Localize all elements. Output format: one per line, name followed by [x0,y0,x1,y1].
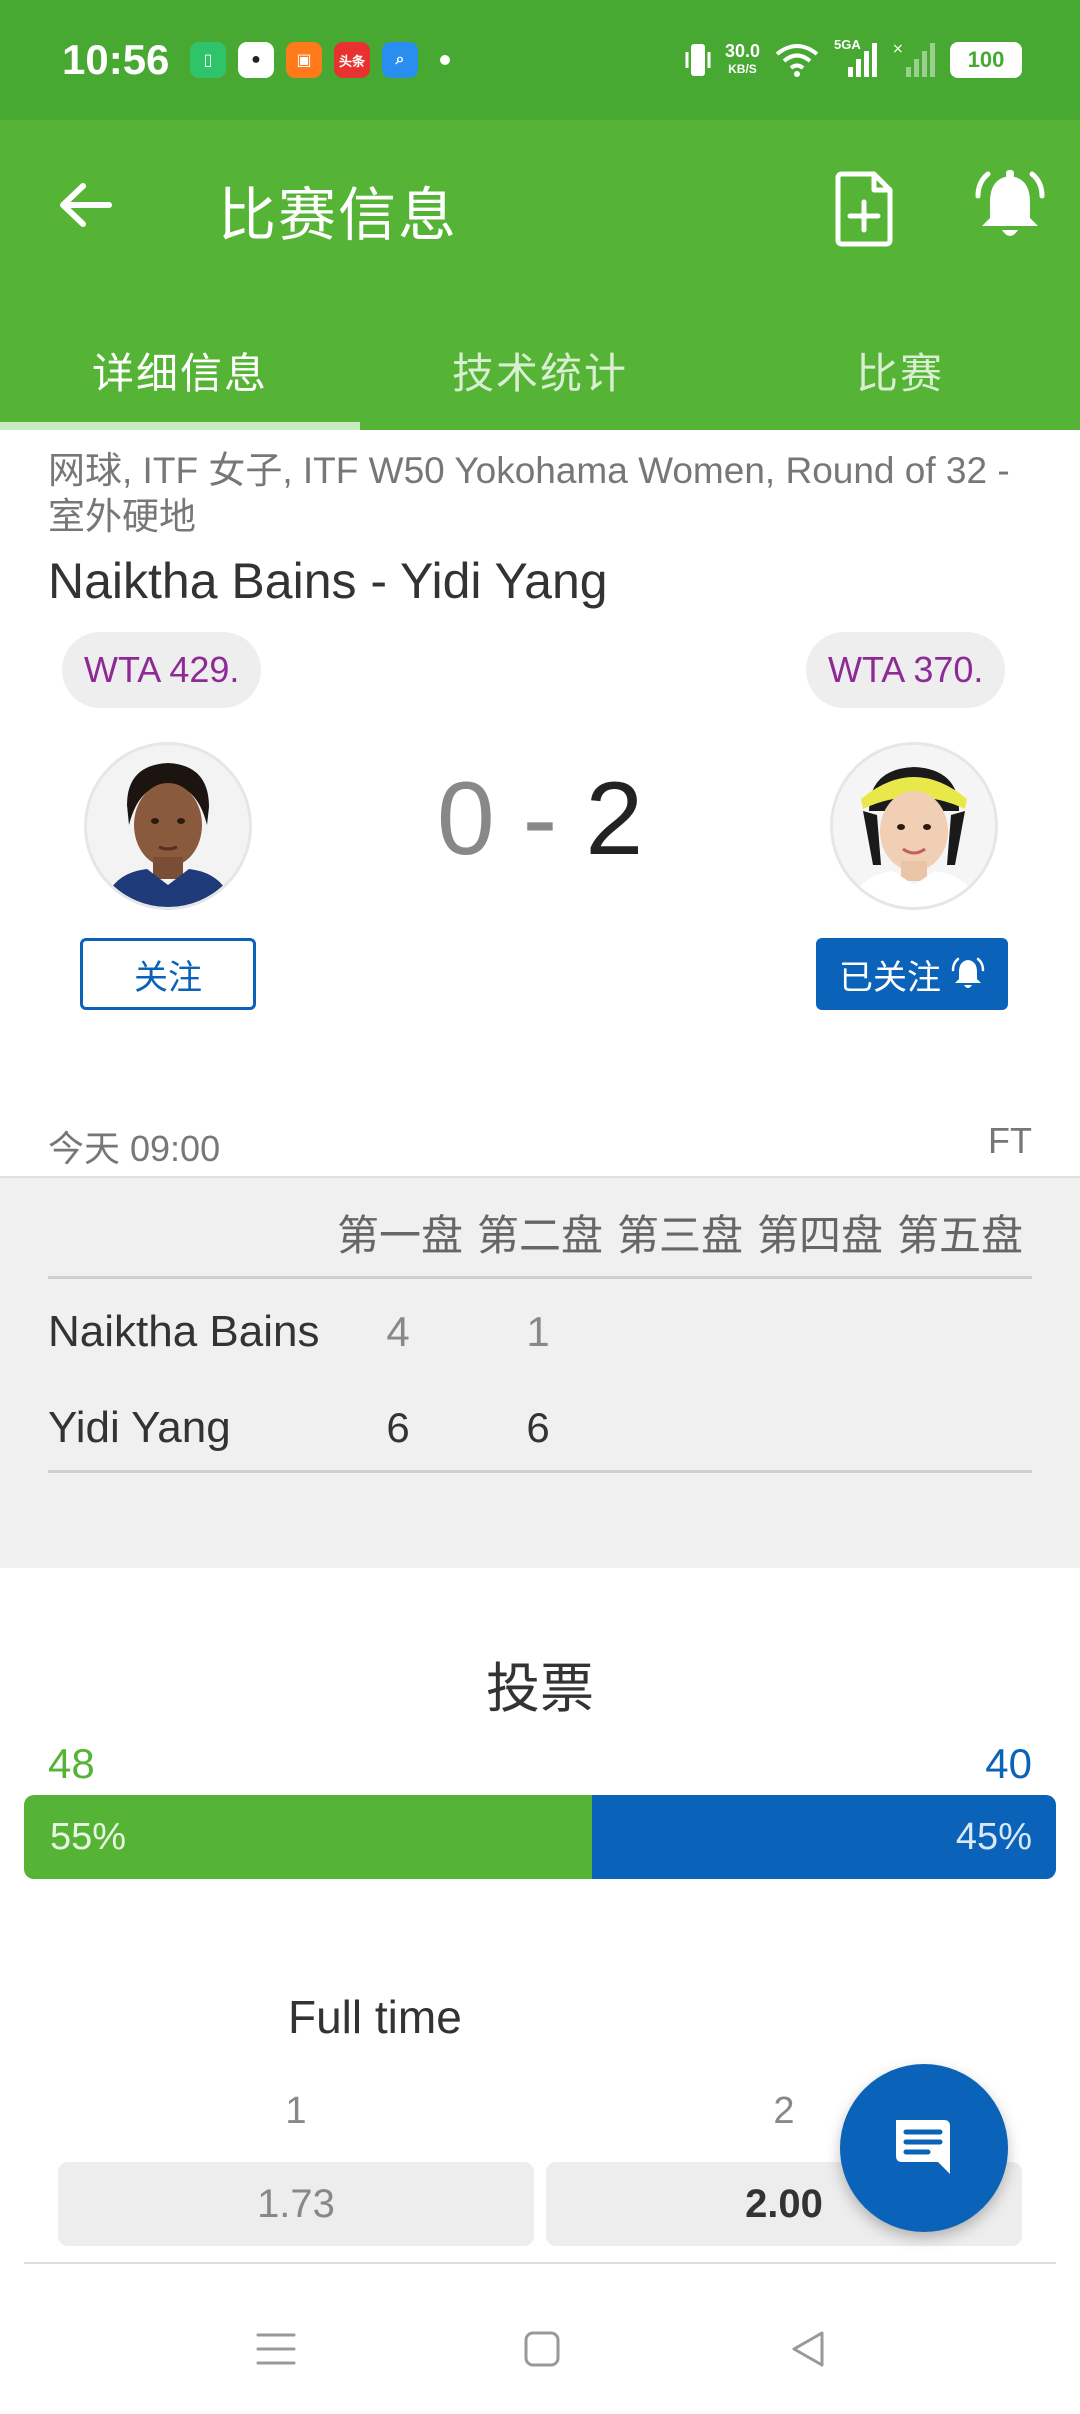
league-info: 网球, ITF 女子, ITF W50 Yokohama Women, Roun… [48,450,1010,537]
back-nav-button[interactable] [768,2314,848,2384]
app-bar: 比赛信息 详细信息 技术统计 比赛 [0,120,1080,430]
chat-icon [896,2120,950,2174]
signal-5g-icon: 5GA [834,37,878,79]
search-app-icon: ⌕ [382,42,418,78]
match-score: 0-2 [0,760,1080,879]
odds-label-away: 2 [773,2090,795,2132]
notification-icons: ▯ ● ▣ 头条 ⌕ [190,42,450,78]
vote-bar: 55% 45% [24,1795,1056,1879]
more-notifications-dot [440,55,450,65]
home-score: 0 [436,761,495,877]
battery-indicator: 100 [950,42,1022,78]
bell-ringing-icon [975,170,1045,236]
set-score: 1 [526,1308,550,1355]
signal-sim2-icon: × [892,41,935,77]
away-vote-count: 40 [985,1740,1032,1787]
odds-home-value: 1.73 [257,2181,335,2226]
following-away-label: 已关注 [839,958,941,997]
chat-fab-button[interactable] [840,2064,1008,2232]
odds-home-button[interactable]: 1.73 [58,2162,534,2246]
set-score: 4 [386,1308,410,1355]
home-button[interactable] [502,2314,582,2384]
recent-apps-button[interactable] [236,2314,316,2384]
system-nav-bar [0,2284,1080,2414]
tab-stats[interactable]: 技术统计 [360,310,720,430]
status-right: 30.0 KB/S 5GA × 100 [685,37,1022,80]
status-bar: 10:56 ▯ ● ▣ 头条 ⌕ 30.0 KB/S 5GA × 100 [0,0,1080,120]
net-speed: 30.0 KB/S [725,42,760,78]
svg-text:×: × [892,41,904,57]
back-button[interactable] [50,170,120,240]
score-separator: - [522,761,558,877]
divider [24,2262,1056,2264]
wifi-icon [775,44,819,77]
table-row: Yidi Yang 6 6 [48,1398,550,1458]
home-vote-count: 48 [48,1740,95,1787]
home-vote-segment[interactable]: 55% [24,1795,592,1879]
net-speed-value: 30.0 [724,41,760,61]
set-scores-table: 第一盘 第二盘 第三盘 第四盘 第五盘 Naiktha Bains 4 1 Yi… [0,1176,1080,1568]
bell-ringing-icon [951,957,985,988]
set-header: 第一盘 [336,1212,463,1259]
tab-matches[interactable]: 比赛 [720,310,1080,430]
net-speed-unit: KB/S [728,62,757,76]
divider [48,1470,1032,1473]
vibrate-icon [685,44,711,76]
qq-app-icon: ● [238,42,274,78]
vote-title: 投票 [486,1659,594,1719]
arrow-left-icon [60,183,112,227]
follow-home-label: 关注 [134,958,202,997]
set-header: 第五盘 [896,1212,1023,1259]
notifications-button[interactable] [972,166,1048,246]
orange-app-icon: ▣ [286,42,322,78]
set-header-row: 第一盘 第二盘 第三盘 第四盘 第五盘 [330,1202,1030,1263]
status-time: 10:56 [62,36,170,83]
match-title: Naiktha Bains - Yidi Yang [48,553,608,609]
home-rank-badge[interactable]: WTA 429. [62,632,262,708]
away-score: 2 [585,761,644,877]
odds-label-home: 1 [285,2090,307,2132]
follow-home-button[interactable]: 关注 [80,938,256,1010]
home-vote-percent: 55% [50,1815,127,1858]
odds-away-value: 2.00 [745,2181,823,2226]
set-score: 6 [526,1404,550,1451]
away-rank-badge[interactable]: WTA 370. [806,632,1006,708]
player-name: Naiktha Bains [48,1307,320,1356]
match-status: FT [988,1120,1032,1161]
divider [48,1276,1032,1279]
odds-title: Full time [288,1991,462,2043]
menu-icon [256,2333,296,2365]
set-header: 第二盘 [476,1212,603,1259]
set-header: 第四盘 [756,1212,883,1259]
away-vote-percent: 45% [955,1815,1032,1858]
tab-bar: 详细信息 技术统计 比赛 [0,310,1080,430]
player-name: Yidi Yang [48,1403,231,1452]
document-add-icon [835,171,893,247]
toutiao-app-icon: 头条 [334,42,370,78]
battery-saver-app-icon: ▯ [190,42,226,78]
tab-details[interactable]: 详细信息 [0,310,360,430]
away-vote-segment[interactable]: 45% [591,1795,1056,1879]
triangle-back-icon [792,2331,824,2367]
set-header: 第三盘 [616,1212,743,1259]
page-title: 比赛信息 [218,183,459,248]
set-score: 6 [386,1404,410,1451]
table-row: Naiktha Bains 4 1 [48,1302,550,1362]
square-home-icon [524,2331,560,2367]
following-away-button[interactable]: 已关注 [816,938,1008,1010]
add-to-calendar-button[interactable] [830,168,900,248]
match-datetime: 今天 09:00 [48,1128,221,1169]
